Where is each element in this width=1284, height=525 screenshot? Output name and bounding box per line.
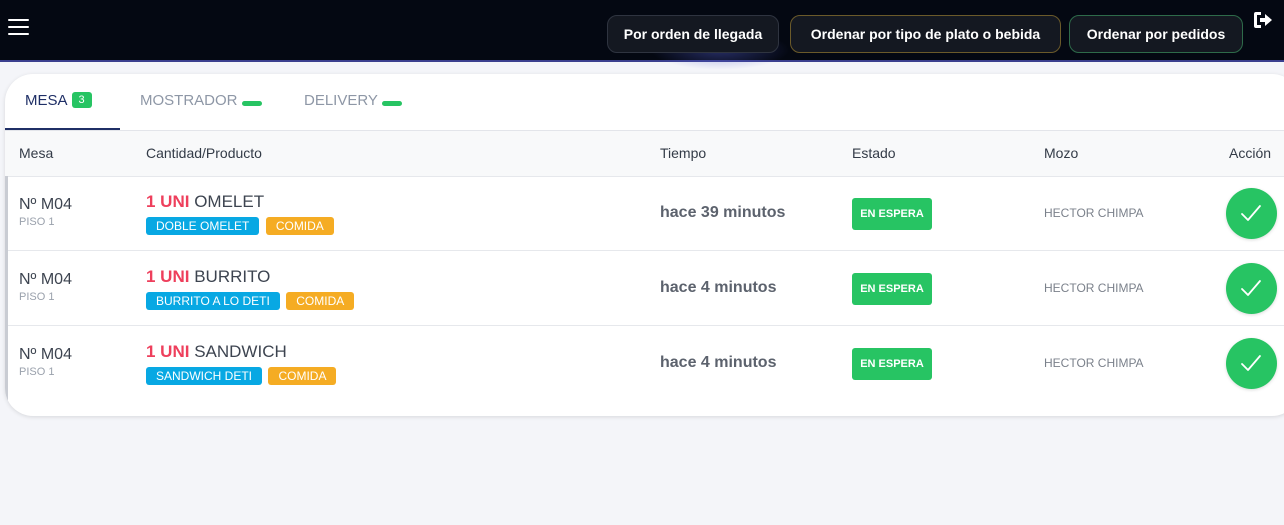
product-name: BURRITO xyxy=(194,267,271,286)
header-tiempo: Tiempo xyxy=(660,145,707,161)
variant-tag: DOBLE OMELET xyxy=(146,217,260,235)
top-bar: Por orden de llegada Ordenar por tipo de… xyxy=(0,0,1284,70)
status-badge: EN ESPERA xyxy=(852,198,932,230)
status-badge: EN ESPERA xyxy=(852,348,932,380)
waiter-name: HECTOR CHIMPA xyxy=(1044,206,1144,220)
product-name: OMELET xyxy=(194,192,265,211)
mesa-number: Nº M04 xyxy=(19,196,72,213)
status-badge: EN ESPERA xyxy=(852,273,932,305)
elapsed-time: hace 4 minutos xyxy=(660,279,777,296)
variant-tag: BURRITO A LO DETI xyxy=(146,292,280,310)
mesa-floor: PISO 1 xyxy=(19,291,55,303)
product-line: 1 UNI SANDWICH xyxy=(146,342,287,362)
mesa-number: Nº M04 xyxy=(19,346,72,363)
tab-count-badge: 3 xyxy=(71,92,92,109)
tab-delivery[interactable]: DELIVERY xyxy=(304,74,402,130)
check-icon xyxy=(1241,355,1261,371)
tab-mostrador[interactable]: MOSTRADOR xyxy=(140,74,262,130)
mesa-number: Nº M04 xyxy=(19,271,72,288)
hamburger-menu-icon[interactable] xyxy=(8,19,29,35)
header-cantidad-producto: Cantidad/Producto xyxy=(146,145,262,161)
table-header: Mesa Cantidad/Producto Tiempo Estado Moz… xyxy=(5,131,1284,177)
product-line: 1 UNI OMELET xyxy=(146,192,264,212)
check-icon xyxy=(1241,205,1261,221)
sort-by-arrival-button[interactable]: Por orden de llegada xyxy=(607,15,779,53)
mesa-floor: PISO 1 xyxy=(19,216,55,228)
quantity: 1 UNI xyxy=(146,267,190,286)
product-tags: BURRITO A LO DETI COMIDA xyxy=(146,292,356,310)
sort-by-orders-button[interactable]: Ordenar por pedidos xyxy=(1069,15,1243,53)
quantity: 1 UNI xyxy=(146,192,190,211)
tab-bar: MESA 3 MOSTRADOR DELIVERY xyxy=(5,74,1284,131)
logout-icon[interactable] xyxy=(1253,11,1273,29)
product-name: SANDWICH xyxy=(194,342,287,361)
check-icon xyxy=(1241,280,1261,296)
table-row: Nº M04 PISO 1 1 UNI BURRITO BURRITO A LO… xyxy=(5,251,1284,326)
tab-label: MOSTRADOR xyxy=(140,92,238,109)
header-mozo: Mozo xyxy=(1044,145,1079,161)
table-row: Nº M04 PISO 1 1 UNI OMELET DOBLE OMELET … xyxy=(5,176,1284,251)
mesa-floor: PISO 1 xyxy=(19,366,55,378)
elapsed-time: hace 4 minutos xyxy=(660,354,777,371)
row-accent xyxy=(5,326,8,401)
elapsed-time: hace 39 minutos xyxy=(660,204,786,221)
category-tag: COMIDA xyxy=(268,367,337,385)
tab-count-badge xyxy=(241,100,262,106)
mark-done-button[interactable] xyxy=(1226,188,1277,239)
header-mesa: Mesa xyxy=(19,145,54,161)
category-tag: COMIDA xyxy=(265,217,334,235)
mark-done-button[interactable] xyxy=(1226,263,1277,314)
tab-label: DELIVERY xyxy=(304,92,378,109)
orders-card: MESA 3 MOSTRADOR DELIVERY Mesa Cantidad/P… xyxy=(5,74,1284,416)
header-estado: Estado xyxy=(852,145,896,161)
quantity: 1 UNI xyxy=(146,342,190,361)
tab-label: MESA xyxy=(25,92,68,109)
sort-by-dish-type-button[interactable]: Ordenar por tipo de plato o bebida xyxy=(790,15,1061,53)
variant-tag: SANDWICH DETI xyxy=(146,367,262,385)
table-row: Nº M04 PISO 1 1 UNI SANDWICH SANDWICH DE… xyxy=(5,326,1284,401)
product-line: 1 UNI BURRITO xyxy=(146,267,270,287)
row-accent xyxy=(5,251,8,326)
tab-mesa[interactable]: MESA 3 xyxy=(5,74,120,130)
waiter-name: HECTOR CHIMPA xyxy=(1044,356,1144,370)
mark-done-button[interactable] xyxy=(1226,338,1277,389)
tab-count-badge xyxy=(381,100,402,106)
row-accent xyxy=(5,176,8,251)
product-tags: DOBLE OMELET COMIDA xyxy=(146,217,336,235)
product-tags: SANDWICH DETI COMIDA xyxy=(146,367,338,385)
waiter-name: HECTOR CHIMPA xyxy=(1044,281,1144,295)
category-tag: COMIDA xyxy=(286,292,355,310)
header-accion: Acción xyxy=(1229,145,1272,161)
